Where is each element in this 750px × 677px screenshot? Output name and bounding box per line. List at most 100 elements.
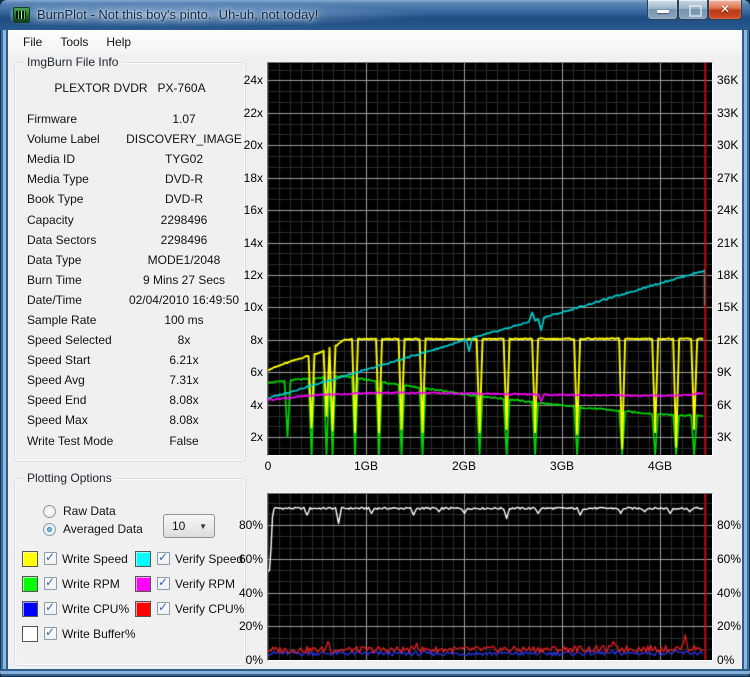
file-info-label: Speed Selected [15, 333, 123, 347]
file-info-rows: Firmware1.07Volume LabelDISCOVERY_IMAGE M… [15, 109, 245, 451]
app-icon [13, 7, 30, 23]
y-axis-tick-right: 27K [717, 171, 750, 185]
x-axis-tick: 3GB [541, 459, 583, 473]
device-name: PLEXTOR DVDR PX-760A [15, 81, 245, 95]
average-window-dropdown[interactable]: 10 ▼ [163, 514, 215, 538]
series-checkbox[interactable]: ✓ [157, 602, 170, 615]
raw-data-radio-row: Raw Data [43, 503, 116, 519]
color-swatch[interactable] [22, 626, 38, 642]
x-axis-tick: 0 [247, 459, 289, 473]
y-axis-tick-left: 4x [219, 398, 263, 412]
y-axis-tick-right: 80% [717, 518, 750, 532]
series-legend: ✓Write Speed✓Verify Speed✓Write RPM✓Veri… [22, 546, 222, 646]
average-window-value: 10 [164, 519, 199, 533]
file-info-label: Media Type [15, 172, 123, 186]
file-info-row: Write Test ModeFalse [15, 431, 245, 451]
averaged-data-radio-row: Averaged Data [43, 521, 143, 537]
file-info-row: Volume LabelDISCOVERY_IMAGE [15, 129, 245, 149]
x-axis-tick: 2GB [443, 459, 485, 473]
percent-chart [267, 493, 713, 661]
check-icon: ✓ [45, 625, 55, 639]
series-checkbox[interactable]: ✓ [44, 552, 57, 565]
window-border-left [0, 30, 8, 669]
y-axis-tick-left: 6x [219, 365, 263, 379]
close-button[interactable]: ✕ [708, 0, 742, 20]
menu-item-file[interactable]: File [14, 32, 51, 52]
title-bar[interactable]: BurnPlot - Not this boy's pinto. Uh-uh, … [0, 0, 750, 30]
y-axis-tick-left: 20x [219, 138, 263, 152]
minimize-button[interactable] [647, 0, 678, 20]
raw-data-label: Raw Data [63, 504, 116, 518]
y-axis-tick-right: 18K [717, 268, 750, 282]
plotting-options-title: Plotting Options [23, 471, 116, 485]
file-info-row: Capacity2298496 [15, 209, 245, 229]
maximize-button[interactable] [678, 0, 708, 20]
legend-item-write-buffer-: ✓Write Buffer% [22, 621, 135, 646]
file-info-value: MODE1/2048 [123, 253, 245, 267]
window-title: BurnPlot - Not this boy's pinto. Uh-uh, … [37, 7, 318, 22]
color-swatch[interactable] [22, 576, 38, 592]
y-axis-tick-right: 20% [717, 619, 750, 633]
y-axis-tick-left: 40% [219, 586, 263, 600]
y-axis-tick-right: 0% [717, 653, 750, 667]
file-info-row: Date/Time02/04/2010 16:49:50 [15, 290, 245, 310]
y-axis-tick-left: 12x [219, 268, 263, 282]
file-info-row: Speed End8.08x [15, 390, 245, 410]
menu-item-help[interactable]: Help [97, 32, 140, 52]
window-border-bottom [0, 669, 750, 677]
series-checkbox[interactable]: ✓ [157, 577, 170, 590]
color-swatch[interactable] [135, 576, 151, 592]
series-checkbox[interactable]: ✓ [157, 552, 170, 565]
color-swatch[interactable] [22, 551, 38, 567]
y-axis-tick-right: 33K [717, 106, 750, 120]
menu-item-tools[interactable]: Tools [51, 32, 97, 52]
file-info-title: ImgBurn File Info [23, 55, 122, 69]
y-axis-tick-left: 2x [219, 430, 263, 444]
file-info-label: Firmware [15, 112, 123, 126]
file-info-label: Write Test Mode [15, 434, 123, 448]
y-axis-tick-left: 10x [219, 300, 263, 314]
color-swatch[interactable] [135, 551, 151, 567]
legend-label: Write RPM [62, 577, 120, 591]
file-info-row: Speed Max8.08x [15, 410, 245, 430]
file-info-label: Sample Rate [15, 313, 123, 327]
check-icon: ✓ [158, 550, 168, 564]
legend-item-write-rpm: ✓ Write RPM [22, 571, 135, 596]
y-axis-tick-left: 22x [219, 106, 263, 120]
series-checkbox[interactable]: ✓ [44, 627, 57, 640]
file-info-label: Volume Label [15, 132, 123, 146]
file-info-row: Speed Avg7.31x [15, 370, 245, 390]
y-axis-tick-right: 6K [717, 398, 750, 412]
x-axis-tick: 1GB [345, 459, 387, 473]
file-info-label: Data Type [15, 253, 123, 267]
check-icon: ✓ [45, 575, 55, 589]
color-swatch[interactable] [22, 601, 38, 617]
file-info-row: Media TypeDVD-R [15, 169, 245, 189]
file-info-label: Data Sectors [15, 233, 123, 247]
percent-chart-canvas [268, 494, 712, 660]
file-info-row: Sample Rate100 ms [15, 310, 245, 330]
series-checkbox[interactable]: ✓ [44, 577, 57, 590]
y-axis-tick-left: 18x [219, 171, 263, 185]
y-axis-tick-left: 24x [219, 73, 263, 87]
file-info-row: Book TypeDVD-R [15, 189, 245, 209]
averaged-data-radio[interactable] [43, 523, 56, 536]
raw-data-radio[interactable] [43, 505, 56, 518]
color-swatch[interactable] [135, 601, 151, 617]
file-info-row: Speed Selected8x [15, 330, 245, 350]
speed-rpm-chart [267, 62, 713, 456]
averaged-data-label: Averaged Data [63, 522, 143, 536]
legend-label: Write Speed [62, 552, 128, 566]
y-axis-tick-left: 0% [219, 653, 263, 667]
file-info-value: TYG02 [123, 152, 245, 166]
y-axis-tick-left: 16x [219, 203, 263, 217]
file-info-label: Media ID [15, 152, 123, 166]
file-info-groupbox: ImgBurn File Info PLEXTOR DVDR PX-760A F… [14, 62, 246, 462]
y-axis-tick-right: 3K [717, 430, 750, 444]
file-info-value: 8.08x [123, 413, 245, 427]
file-info-row: Firmware1.07 [15, 109, 245, 129]
y-axis-tick-right: 40% [717, 586, 750, 600]
series-checkbox[interactable]: ✓ [44, 602, 57, 615]
window-border-right [742, 30, 750, 669]
file-info-label: Speed Start [15, 353, 123, 367]
